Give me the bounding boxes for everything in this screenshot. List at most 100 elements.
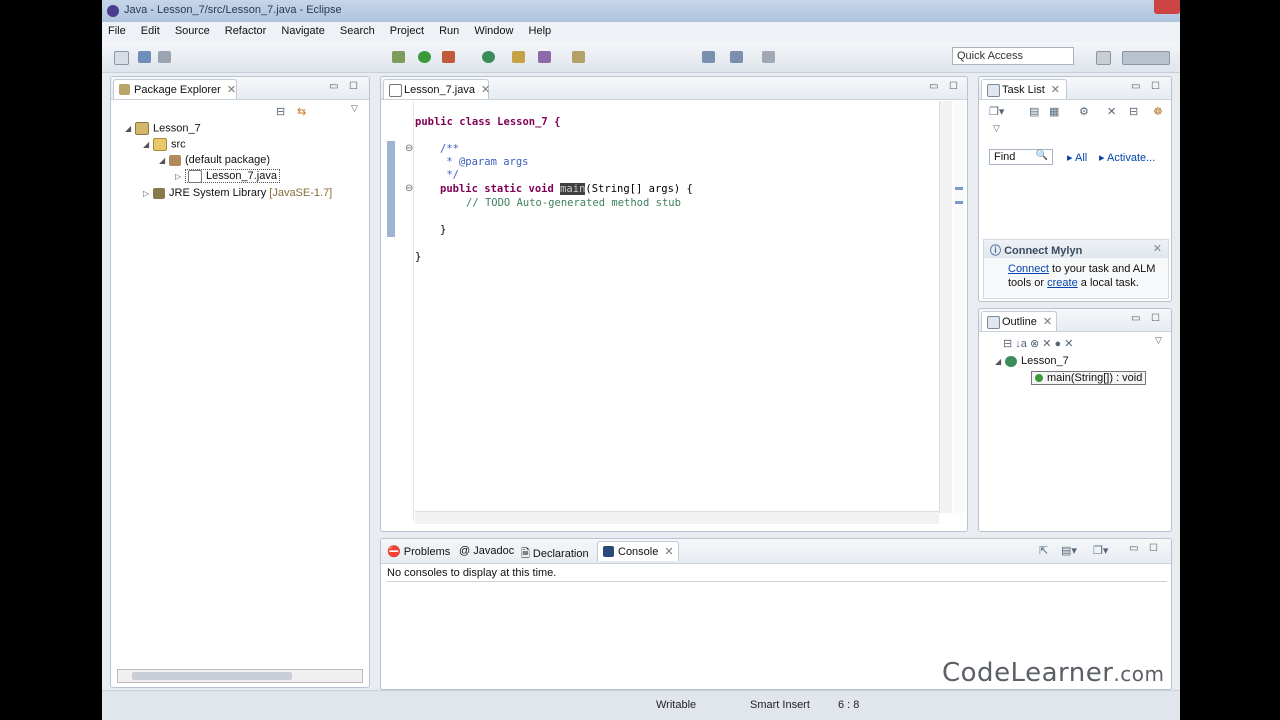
tab-lesson-7-java[interactable]: Lesson_7.java ✕ [383, 79, 490, 99]
maximize-icon[interactable]: ☐ [349, 81, 358, 92]
new-class-icon[interactable] [482, 51, 495, 63]
code-line-6[interactable]: // TODO Auto-generated method stub [466, 197, 681, 209]
close-icon[interactable]: ✕ [1051, 84, 1060, 96]
connect-link[interactable]: Connect [1008, 263, 1049, 275]
link-with-editor-icon[interactable]: ⇆ [297, 105, 306, 118]
view-menu-icon[interactable]: ▽ [351, 103, 358, 114]
open-perspective-icon[interactable] [1096, 51, 1111, 65]
java-perspective-icon[interactable] [1122, 51, 1170, 65]
tree-item-default-package[interactable]: ◢ (default package) [159, 154, 270, 166]
view-menu-icon[interactable]: ▽ [993, 123, 1000, 134]
minimize-icon[interactable]: ▭ [1131, 81, 1140, 92]
menu-refactor[interactable]: Refactor [219, 22, 273, 37]
collapse-all-icon[interactable]: ⊟ [1129, 105, 1138, 118]
minimize-icon[interactable]: ▭ [929, 81, 938, 92]
new-icon[interactable] [114, 51, 129, 65]
tree-item-java-file[interactable]: ▷ Lesson_7.java [175, 169, 280, 184]
menu-run[interactable]: Run [433, 22, 465, 37]
selected-method-name[interactable]: main [560, 183, 586, 195]
scrollbar-thumb[interactable] [132, 672, 292, 680]
quick-access-input[interactable]: Quick Access [952, 47, 1074, 65]
close-window-button[interactable] [1154, 0, 1180, 14]
focus-icon[interactable]: ☸ [1153, 105, 1163, 118]
tab-package-explorer[interactable]: Package Explorer ✕ [113, 79, 237, 99]
maximize-icon[interactable]: ☐ [949, 81, 958, 92]
debug-icon[interactable] [392, 51, 405, 63]
tab-task-list[interactable]: Task List ✕ [981, 79, 1067, 99]
sync-icon[interactable]: ⚙ [1079, 105, 1089, 118]
close-icon[interactable]: ✕ [1153, 242, 1162, 255]
maximize-icon[interactable]: ☐ [1149, 543, 1158, 554]
expand-icon[interactable]: ◢ [125, 124, 135, 133]
close-icon[interactable]: ✕ [1043, 316, 1052, 328]
overview-marker[interactable] [955, 201, 963, 204]
menu-navigate[interactable]: Navigate [275, 22, 330, 37]
close-icon[interactable]: ✕ [481, 84, 490, 96]
menu-source[interactable]: Source [169, 22, 216, 37]
scheduled-icon[interactable]: ▦ [1049, 105, 1059, 118]
activate-link[interactable]: ▸ Activate... [1099, 151, 1155, 164]
menu-project[interactable]: Project [384, 22, 430, 37]
code-line-7[interactable]: } [440, 224, 446, 236]
selected-file-item[interactable]: Lesson_7.java [185, 169, 280, 184]
maximize-icon[interactable]: ☐ [1151, 81, 1160, 92]
tab-javadoc[interactable]: @ Javadoc [459, 545, 514, 557]
back-icon[interactable] [702, 51, 715, 63]
annotation-icon[interactable] [572, 51, 585, 63]
display-console-icon[interactable]: ▤▾ [1061, 544, 1077, 557]
task-find-input[interactable]: Find 🔍 [989, 149, 1053, 165]
external-tools-icon[interactable] [442, 51, 455, 63]
close-icon[interactable]: ✕ [664, 546, 673, 558]
tree-item-src[interactable]: ◢ src [143, 138, 186, 151]
new-task-icon[interactable]: ❐▾ [989, 105, 1004, 118]
new-console-icon[interactable]: ❐▾ [1093, 544, 1108, 557]
create-link[interactable]: create [1047, 277, 1078, 289]
tab-console[interactable]: Console ✕ [597, 541, 679, 561]
outline-method-item[interactable]: main(String[]) : void [1031, 371, 1147, 385]
menu-edit[interactable]: Edit [135, 22, 166, 37]
tree-item-project[interactable]: ◢ Lesson_7 [125, 122, 201, 135]
menu-help[interactable]: Help [523, 22, 558, 37]
filter-all-link[interactable]: ▸ All [1067, 151, 1087, 164]
expand-icon[interactable]: ▷ [175, 172, 185, 181]
horizontal-scrollbar[interactable] [117, 669, 363, 683]
code-line-1[interactable]: public class Lesson_7 { [415, 116, 560, 128]
code-line-3[interactable]: * @param args [440, 156, 528, 168]
code-line-5[interactable]: public static void main(String[] args) { [440, 183, 693, 195]
menu-window[interactable]: Window [468, 22, 519, 37]
print-icon[interactable] [158, 51, 171, 63]
sort-icon[interactable]: ⊟ ↓a ⊗ ✕ ● ✕ [1003, 337, 1073, 350]
expand-icon[interactable]: ▷ [143, 189, 153, 198]
collapse-all-icon[interactable]: ⊟ [276, 105, 285, 118]
open-type-icon[interactable] [512, 51, 525, 63]
tab-problems[interactable]: ⛔ Problems [387, 545, 450, 558]
expand-icon[interactable]: ◢ [995, 357, 1005, 366]
expand-icon[interactable]: ◢ [159, 156, 169, 165]
menu-search[interactable]: Search [334, 22, 381, 37]
code-line-2[interactable]: /** [440, 143, 459, 155]
close-icon[interactable]: ✕ [227, 84, 236, 96]
minimize-icon[interactable]: ▭ [329, 81, 338, 92]
menu-file[interactable]: File [102, 22, 132, 37]
code-line-8[interactable]: } [415, 251, 421, 263]
outline-class-item[interactable]: ◢ Lesson_7 [995, 355, 1069, 367]
code-line-4[interactable]: */ [440, 169, 459, 181]
save-icon[interactable] [138, 51, 151, 63]
editor-vertical-scrollbar[interactable] [939, 101, 952, 513]
hide-completed-icon[interactable]: ✕ [1107, 105, 1116, 118]
fold-icon[interactable]: ⊖ [405, 143, 413, 154]
tab-declaration[interactable]: 🗎 Declaration [521, 545, 589, 564]
last-edit-icon[interactable] [762, 51, 775, 63]
forward-icon[interactable] [730, 51, 743, 63]
minimize-icon[interactable]: ▭ [1129, 543, 1138, 554]
fold-icon[interactable]: ⊖ [405, 183, 413, 194]
categorized-icon[interactable]: ▤ [1029, 105, 1039, 118]
overview-marker[interactable] [955, 187, 963, 190]
run-icon[interactable] [418, 51, 431, 63]
view-menu-icon[interactable]: ▽ [1155, 335, 1162, 346]
tree-item-jre[interactable]: ▷ JRE System Library [JavaSE-1.7] [143, 187, 332, 199]
tab-outline[interactable]: Outline ✕ [981, 311, 1057, 331]
search-icon[interactable] [538, 51, 551, 63]
minimize-icon[interactable]: ▭ [1131, 313, 1140, 324]
open-console-icon[interactable]: ⇱ [1039, 544, 1048, 557]
